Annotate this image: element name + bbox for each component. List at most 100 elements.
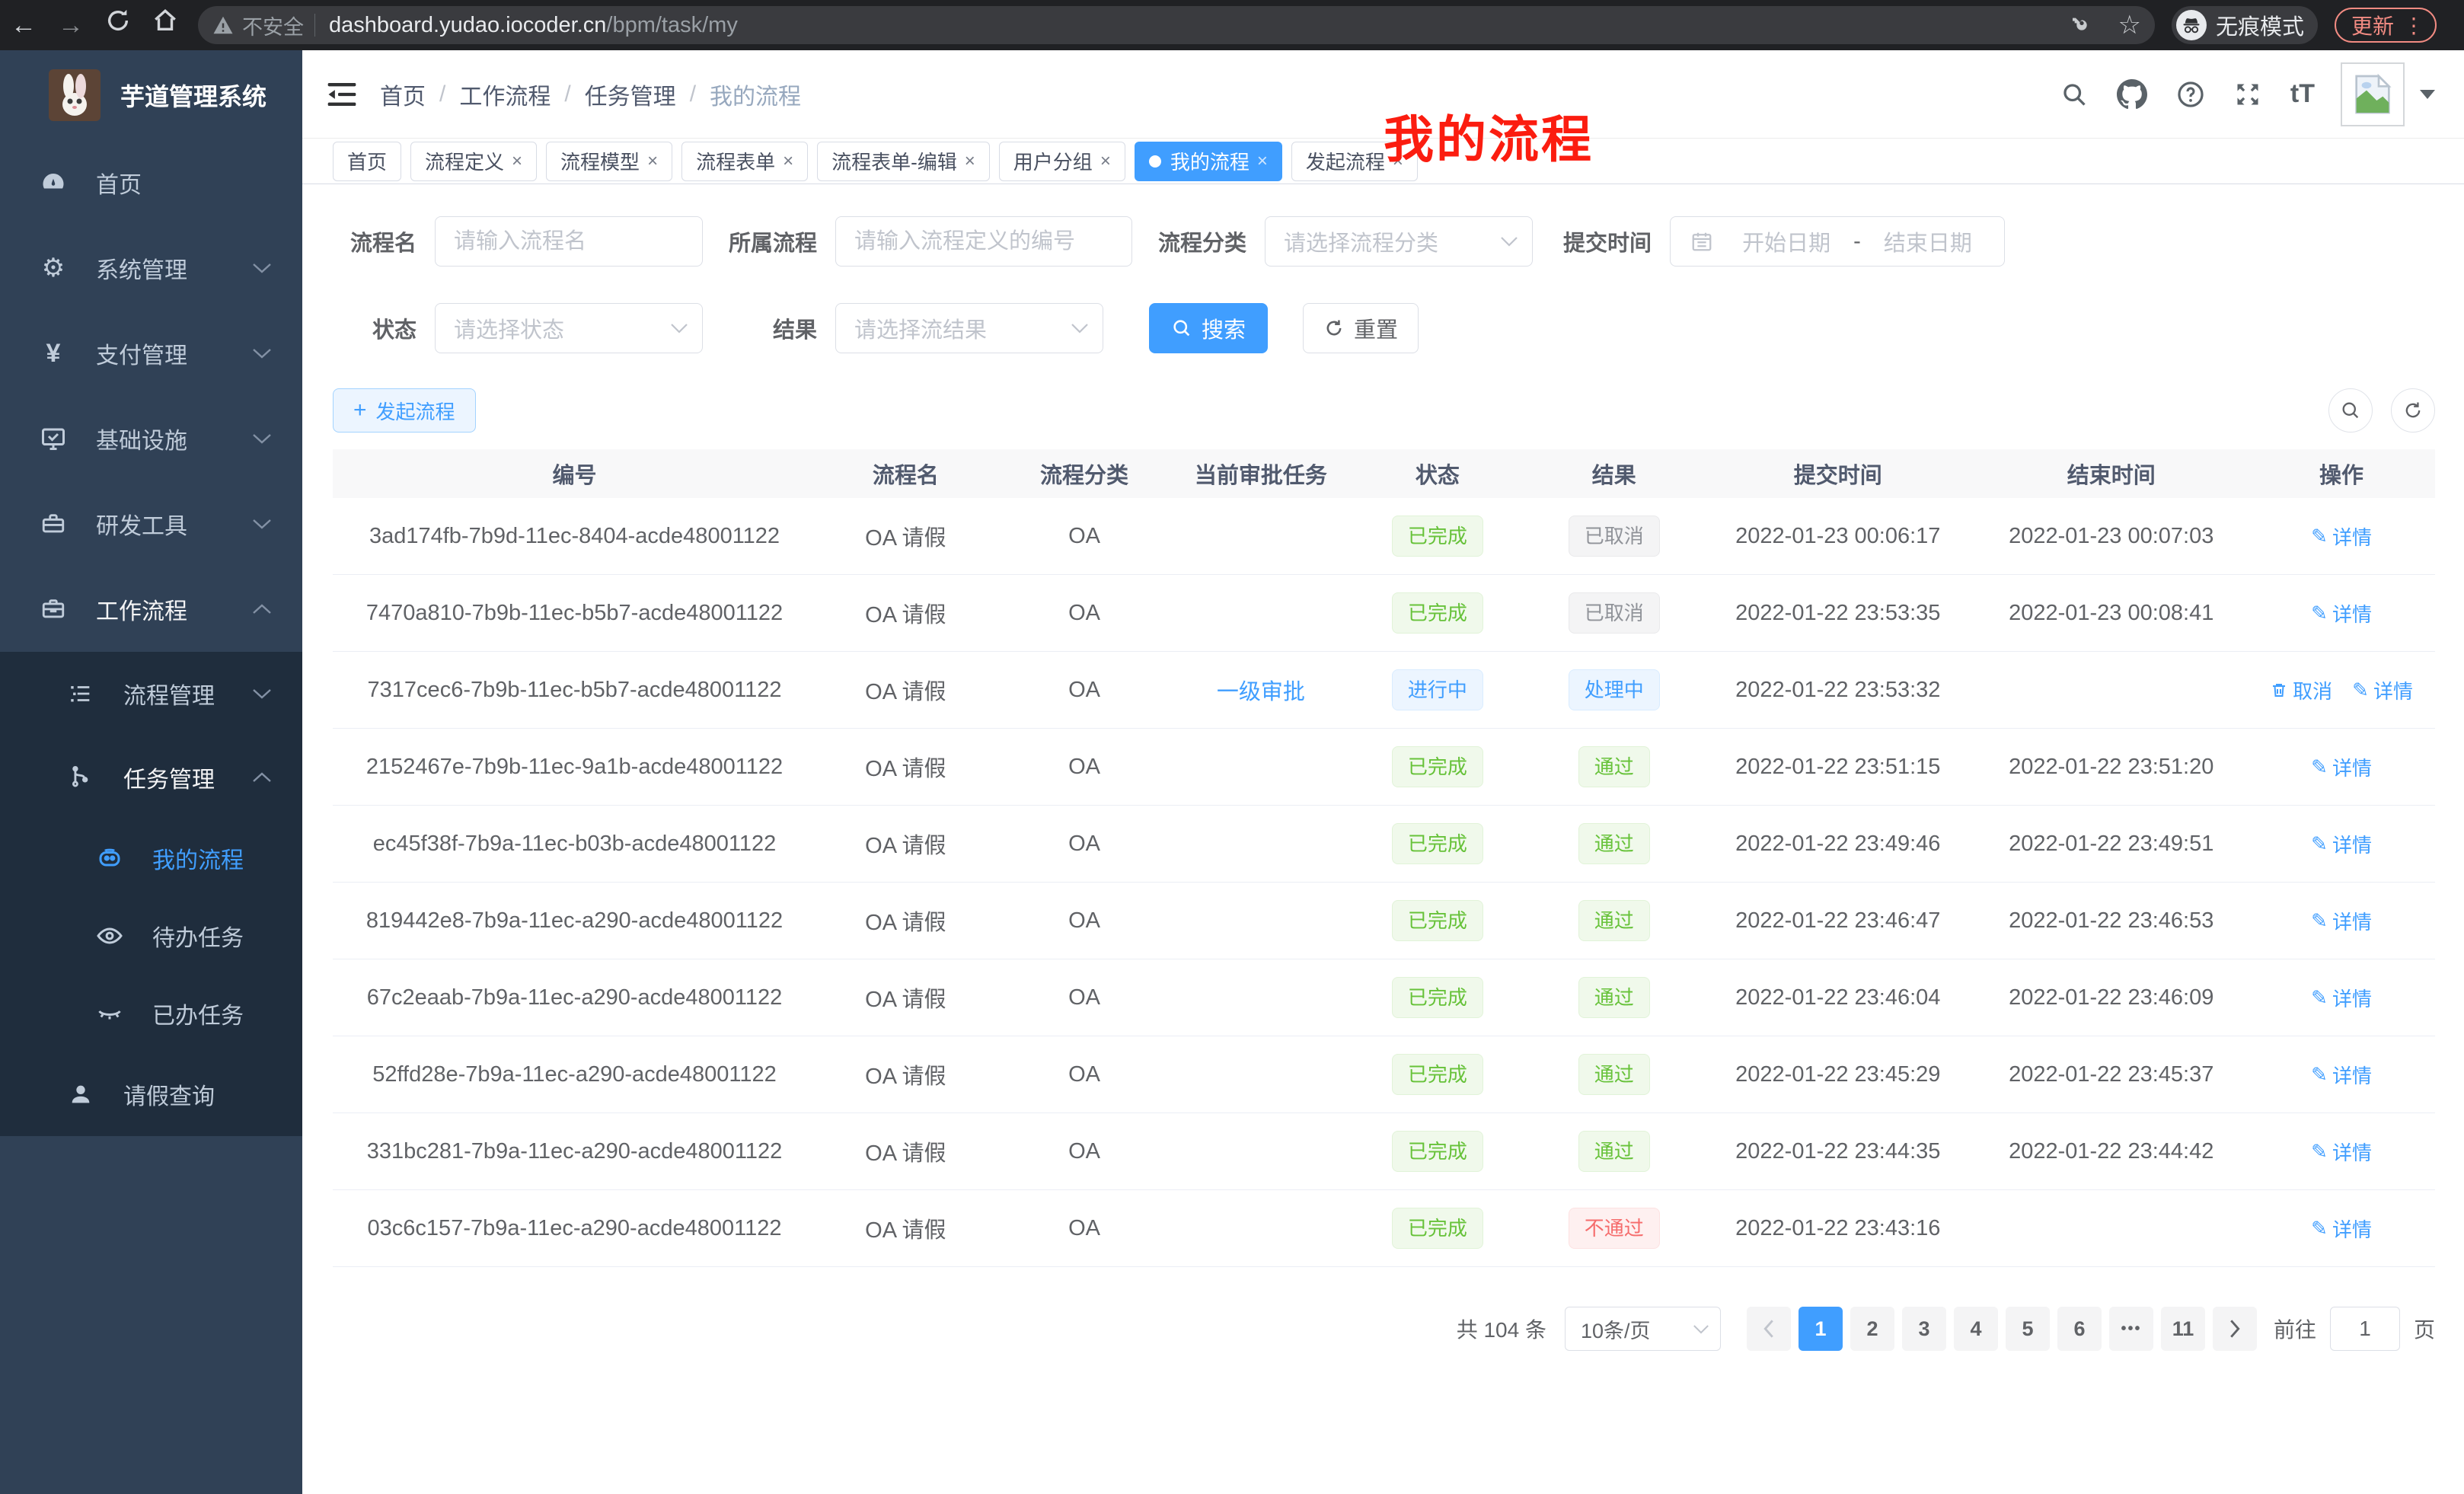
page-size-select[interactable]: 10条/页	[1565, 1307, 1721, 1351]
table-header: 编号 流程名 流程分类 当前审批任务 状态 结果 提交时间 结束时间 操作	[333, 449, 2435, 498]
page-button-11[interactable]: 11	[2161, 1307, 2205, 1351]
tab-home[interactable]: 首页	[333, 142, 401, 181]
edit-pen-icon: ✎	[2311, 832, 2328, 856]
help-icon[interactable]	[2176, 80, 2205, 109]
cell-id: 331bc281-7b9a-11ec-a290-acde48001122	[333, 1139, 816, 1164]
browser-menu-icon[interactable]: ⋮	[2403, 13, 2424, 38]
close-icon[interactable]: ×	[783, 151, 793, 172]
sidebar-item-infrastructure[interactable]: 基础设施	[0, 396, 302, 481]
process-name-input[interactable]	[436, 217, 702, 266]
process-name-input-wrap	[435, 216, 703, 267]
breadcrumb-workflow[interactable]: 工作流程	[459, 78, 551, 111]
page-button-4[interactable]: 4	[1954, 1307, 1998, 1351]
chevron-down-icon	[252, 688, 272, 700]
breadcrumb: 首页 / 工作流程 / 任务管理 / 我的流程	[380, 78, 801, 111]
sidebar-item-done-tasks[interactable]: 已办任务	[0, 975, 302, 1052]
sidebar-item-process-management[interactable]: 流程管理	[0, 652, 302, 736]
close-icon[interactable]: ×	[512, 151, 522, 172]
sidebar-item-label: 首页	[96, 166, 142, 200]
browser-home-button[interactable]	[142, 0, 189, 50]
sidebar-item-home[interactable]: 首页	[0, 140, 302, 225]
password-key-icon[interactable]	[2067, 13, 2091, 37]
detail-action[interactable]: ✎ 详情	[2311, 907, 2372, 935]
start-process-button[interactable]: + 发起流程	[333, 388, 476, 433]
tab-user-group[interactable]: 用户分组×	[999, 142, 1125, 181]
github-icon[interactable]	[2117, 79, 2147, 110]
submit-time-range-picker[interactable]: 开始日期 - 结束日期	[1670, 216, 2005, 267]
tab-my-process[interactable]: 我的流程×	[1135, 142, 1282, 181]
detail-action[interactable]: ✎ 详情	[2311, 522, 2372, 551]
close-icon[interactable]: ×	[1393, 151, 1403, 172]
url-bar[interactable]: 不安全 dashboard.yudao.iocoder.cn /bpm/task…	[198, 6, 2155, 44]
close-icon[interactable]: ×	[647, 151, 658, 172]
sidebar-item-payment[interactable]: ¥ 支付管理	[0, 311, 302, 396]
avatar-caret-icon[interactable]	[2418, 88, 2437, 101]
process-name-label: 流程名	[333, 225, 417, 257]
sidebar-item-system[interactable]: ⚙ 系统管理	[0, 225, 302, 311]
status-select[interactable]: 请选择状态	[435, 303, 703, 353]
reset-button[interactable]: 重置	[1303, 303, 1419, 353]
parent-process-input[interactable]	[836, 217, 1131, 266]
more-pages-button[interactable]: •••	[2109, 1307, 2153, 1351]
page-button-6[interactable]: 6	[2057, 1307, 2102, 1351]
reload-icon	[105, 8, 131, 34]
page-button-5[interactable]: 5	[2006, 1307, 2050, 1351]
detail-action[interactable]: ✎ 详情	[2311, 753, 2372, 781]
detail-action[interactable]: ✎ 详情	[2311, 830, 2372, 858]
cell-end-time: 2022-01-23 00:07:03	[1974, 524, 2248, 549]
page-button-1[interactable]: 1	[1799, 1307, 1843, 1351]
goto-page-input[interactable]	[2330, 1307, 2400, 1351]
cell-process-name: OA 请假	[816, 905, 995, 937]
browser-back-button[interactable]: ←	[0, 0, 47, 50]
breadcrumb-separator: /	[690, 81, 696, 107]
detail-action[interactable]: ✎ 详情	[2311, 1215, 2372, 1243]
browser-reload-button[interactable]	[94, 0, 142, 50]
prev-page-button[interactable]	[1747, 1307, 1791, 1351]
detail-action[interactable]: ✎ 详情	[2311, 1061, 2372, 1089]
tab-process-form[interactable]: 流程表单×	[681, 142, 808, 181]
detail-action[interactable]: ✎ 详情	[2311, 984, 2372, 1012]
detail-action[interactable]: ✎ 详情	[2311, 599, 2372, 627]
close-icon[interactable]: ×	[1257, 151, 1268, 172]
monitor-icon	[37, 425, 70, 452]
sidebar-item-workflow[interactable]: 工作流程	[0, 567, 302, 652]
cell-process-name: OA 请假	[816, 520, 995, 552]
sidebar-item-dev-tools[interactable]: 研发工具	[0, 481, 302, 567]
result-select[interactable]: 请选择流结果	[835, 303, 1103, 353]
detail-action[interactable]: ✎ 详情	[2352, 676, 2413, 704]
page-button-3[interactable]: 3	[1902, 1307, 1946, 1351]
bookmark-star-icon[interactable]: ☆	[2118, 10, 2141, 40]
breadcrumb-separator: /	[564, 81, 570, 107]
sidebar-item-label: 流程管理	[123, 677, 215, 710]
show-search-toggle-button[interactable]	[2328, 388, 2373, 433]
sidebar-item-todo-tasks[interactable]: 待办任务	[0, 897, 302, 975]
sidebar-item-task-management[interactable]: 任务管理	[0, 736, 302, 819]
browser-forward-button[interactable]: →	[47, 0, 94, 50]
header-search-button[interactable]	[2060, 81, 2088, 108]
category-select[interactable]: 请选择流程分类	[1265, 216, 1533, 267]
tab-start-process[interactable]: 发起流程×	[1291, 142, 1418, 181]
sidebar-item-my-process[interactable]: 我的流程	[0, 819, 302, 897]
cancel-action[interactable]: 取消	[2270, 676, 2332, 704]
sidebar-collapse-button[interactable]	[327, 81, 357, 107]
detail-action[interactable]: ✎ 详情	[2311, 1138, 2372, 1166]
font-size-icon[interactable]: tT	[2290, 79, 2315, 109]
sidebar-item-leave-query[interactable]: 请假查询	[0, 1052, 302, 1136]
next-page-button[interactable]	[2213, 1307, 2257, 1351]
browser-update-button[interactable]: 更新 ⋮	[2335, 8, 2437, 43]
page-button-2[interactable]: 2	[1850, 1307, 1894, 1351]
current-task-link[interactable]: 一级审批	[1217, 680, 1305, 704]
tab-process-form-edit[interactable]: 流程表单-编辑×	[817, 142, 990, 181]
close-icon[interactable]: ×	[1100, 151, 1111, 172]
yen-icon: ¥	[37, 339, 70, 369]
avatar[interactable]	[2341, 62, 2405, 126]
col-current-task: 当前审批任务	[1173, 458, 1348, 490]
search-button[interactable]: 搜索	[1149, 303, 1268, 353]
tab-process-definition[interactable]: 流程定义×	[410, 142, 537, 181]
close-icon[interactable]: ×	[965, 151, 975, 172]
tab-process-model[interactable]: 流程模型×	[546, 142, 672, 181]
fullscreen-icon[interactable]	[2234, 81, 2261, 108]
breadcrumb-task-management[interactable]: 任务管理	[585, 78, 676, 111]
refresh-table-button[interactable]	[2391, 388, 2435, 433]
breadcrumb-home[interactable]: 首页	[380, 78, 426, 111]
